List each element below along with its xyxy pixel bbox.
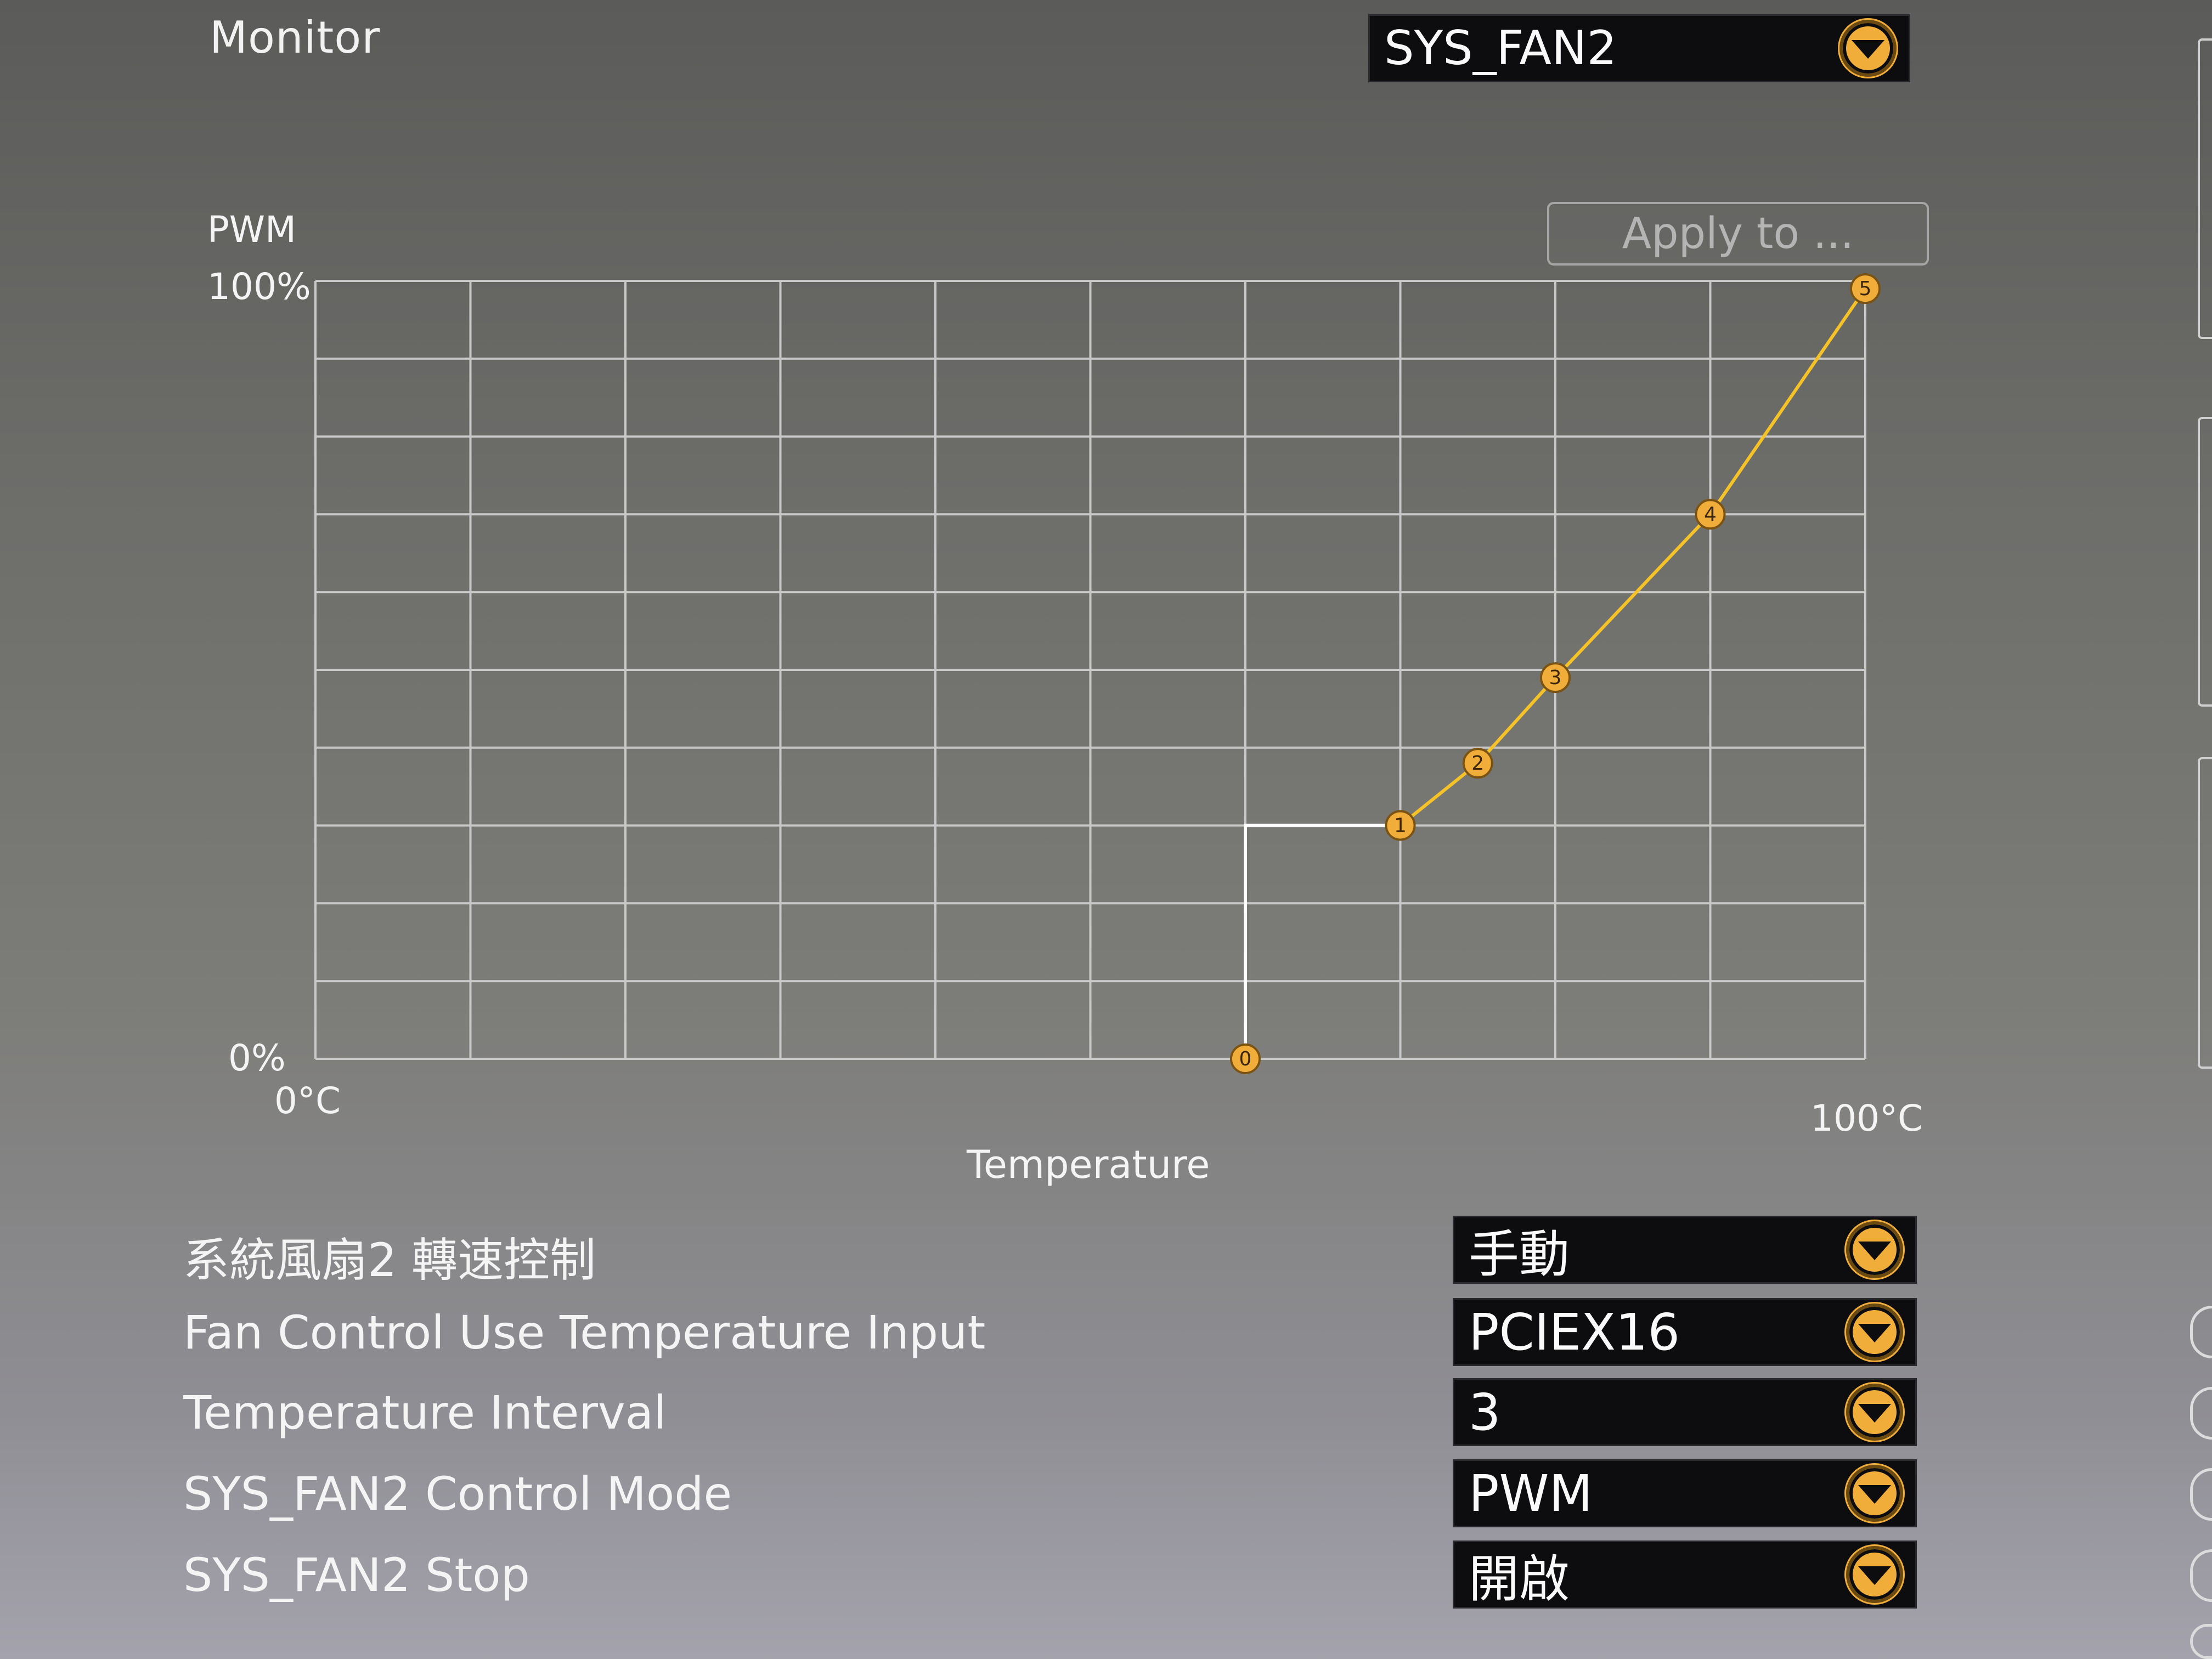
setting-dropdown[interactable]: 開啟 — [1453, 1541, 1917, 1609]
setting-value: 手動 — [1469, 1224, 1570, 1284]
curve-point-4[interactable]: 4 — [1695, 499, 1726, 530]
stop-step-line — [1244, 823, 1401, 1059]
curve-point-1[interactable]: 1 — [1385, 810, 1416, 841]
setting-dropdown[interactable]: 手動 — [1453, 1216, 1917, 1284]
curve-point-5[interactable]: 5 — [1850, 273, 1881, 304]
chevron-down-icon[interactable] — [1846, 1221, 1903, 1278]
side-panel-edge — [2198, 38, 2212, 339]
side-panel-edge — [2198, 757, 2212, 1069]
setting-label: Fan Control Use Temperature Input — [183, 1306, 986, 1359]
chevron-down-icon[interactable] — [1846, 1546, 1903, 1603]
chevron-down-icon[interactable] — [1846, 1304, 1903, 1361]
setting-value: PWM — [1469, 1464, 1593, 1523]
side-panel-edge — [2198, 417, 2212, 707]
step-segment — [1244, 823, 1401, 1059]
chevron-down-icon[interactable] — [1846, 1465, 1903, 1522]
curve-point-label: 4 — [1704, 503, 1717, 526]
curve-point-label: 1 — [1394, 815, 1407, 837]
setting-value: PCIEX16 — [1469, 1302, 1680, 1362]
setting-label: SYS_FAN2 Control Mode — [183, 1467, 732, 1521]
setting-value: 3 — [1469, 1383, 1501, 1442]
curve-point-2[interactable]: 2 — [1462, 748, 1493, 779]
setting-dropdown[interactable]: PCIEX16 — [1453, 1298, 1917, 1366]
setting-label: Temperature Interval — [183, 1386, 667, 1440]
setting-dropdown[interactable]: 3 — [1453, 1378, 1917, 1446]
curve-point-label: 5 — [1859, 278, 1872, 300]
chevron-down-icon[interactable] — [1846, 1384, 1903, 1441]
curve-point-3[interactable]: 3 — [1540, 662, 1571, 693]
curve-point-label: 0 — [1239, 1048, 1252, 1070]
fan-curve-line — [1399, 287, 1867, 827]
curve-point-label: 3 — [1549, 667, 1562, 689]
setting-label: 系統風扇2 轉速控制 — [183, 1233, 596, 1287]
setting-label: SYS_FAN2 Stop — [183, 1548, 530, 1602]
setting-value: 開啟 — [1469, 1549, 1570, 1609]
chart-grid — [314, 280, 1866, 1060]
setting-dropdown[interactable]: PWM — [1453, 1459, 1917, 1527]
curve-point-0[interactable]: 0 — [1230, 1043, 1261, 1074]
curve-point-label: 2 — [1471, 752, 1484, 775]
